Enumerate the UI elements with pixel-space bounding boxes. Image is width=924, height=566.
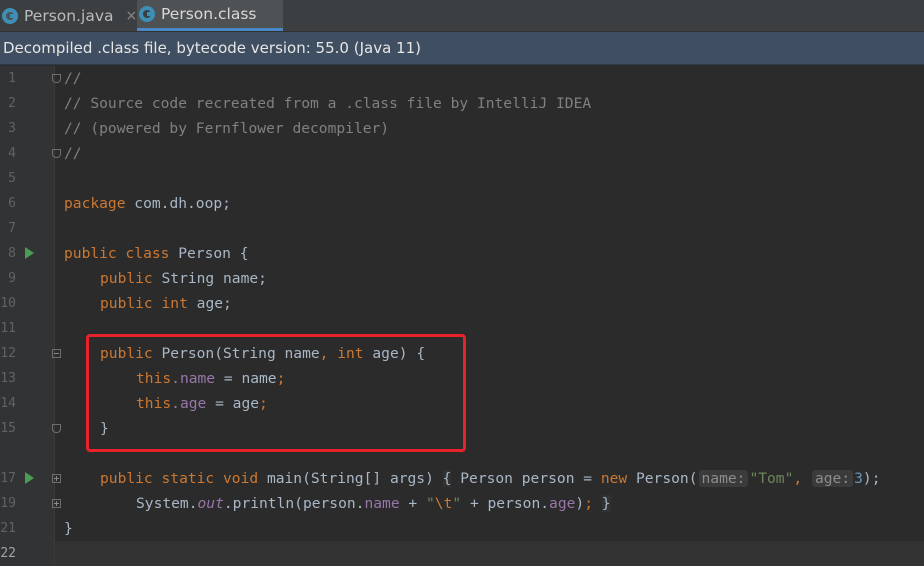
code-line-15: } <box>100 420 109 437</box>
code-text: main(String[] args) <box>258 470 443 487</box>
code-text: age) { <box>363 345 426 362</box>
code-text: age; <box>187 295 232 312</box>
fold-marker-icon[interactable] <box>52 149 61 158</box>
keyword: public <box>100 345 153 362</box>
code-line-14: this.age = age; <box>136 391 268 416</box>
line-number: 2 <box>8 96 16 111</box>
code-text: String name; <box>152 270 267 287</box>
banner-text: Decompiled .class file, bytecode version… <box>3 39 421 57</box>
code-text: = name <box>215 370 277 387</box>
line-number: 14 <box>0 396 16 411</box>
close-tab-icon[interactable]: × <box>126 8 138 24</box>
code-line-4: // <box>64 145 82 162</box>
punctuation: ; <box>276 370 286 387</box>
line-number: 8 <box>8 246 16 261</box>
keyword: public <box>100 295 153 312</box>
run-main-icon[interactable] <box>25 472 34 484</box>
fold-expand-icon[interactable] <box>52 499 61 508</box>
line-number: 4 <box>8 146 16 161</box>
string-literal: "Tom" <box>749 470 794 487</box>
code-line-9: public String name; <box>100 266 267 291</box>
code-text: ); <box>862 470 881 487</box>
code-line-12: public Person(String name, int age) { <box>100 341 425 366</box>
code-text: Person( <box>627 470 698 487</box>
escape-sequence: \t <box>434 495 453 512</box>
punctuation: ; <box>584 495 593 512</box>
code-line-19: System.out.println(person.name + "\t" + … <box>136 491 611 516</box>
keyword: this <box>136 370 172 387</box>
code-line-21: } <box>64 520 73 537</box>
editor-tabs: Person.java × Person.class <box>0 0 924 32</box>
code-line-1: // <box>64 70 82 87</box>
line-number: 5 <box>8 171 16 186</box>
field: .name <box>171 370 216 387</box>
line-number: 6 <box>8 196 16 211</box>
java-class-icon <box>139 6 155 22</box>
code-text: Person(String name <box>152 345 320 362</box>
line-number: 12 <box>0 346 16 361</box>
keyword: public <box>100 270 153 287</box>
code-line-3: // (powered by Fernflower decompiler) <box>64 120 390 137</box>
line-number: 21 <box>0 521 16 536</box>
fold-expand-icon[interactable] <box>52 474 61 483</box>
code-text: + <box>399 495 426 512</box>
fold-marker-icon[interactable] <box>52 74 61 83</box>
field: .age <box>171 395 207 412</box>
string-literal: " <box>425 495 435 512</box>
line-number: 11 <box>0 321 16 336</box>
run-class-icon[interactable] <box>25 247 34 259</box>
java-class-icon <box>2 7 18 24</box>
code-text: com.dh.oop; <box>125 195 231 212</box>
code-line-17: public static void main(String[] args) {… <box>100 466 881 491</box>
line-number: 17 <box>0 471 16 486</box>
tab-person-java[interactable]: Person.java × <box>0 0 137 31</box>
parameter-hint: name: <box>698 470 749 487</box>
line-number: 10 <box>0 296 16 311</box>
punctuation: , <box>793 470 803 487</box>
tab-label: Person.java <box>24 6 114 25</box>
code-line-13: this.name = name; <box>136 366 285 391</box>
tab-person-class[interactable]: Person.class <box>137 0 283 31</box>
line-number: 1 <box>8 71 16 86</box>
keyword: int <box>152 295 188 312</box>
code-line-6: package com.dh.oop; <box>64 191 231 216</box>
decompiled-banner: Decompiled .class file, bytecode version… <box>0 32 924 65</box>
tab-label: Person.class <box>161 5 257 23</box>
code-text: Person { <box>169 245 249 262</box>
fold-marker-icon[interactable] <box>52 424 61 433</box>
field: out <box>197 495 224 512</box>
keyword: new <box>600 470 628 487</box>
line-number: 13 <box>0 371 16 386</box>
code-line-10: public int age; <box>100 291 232 316</box>
punctuation: ; <box>259 395 268 412</box>
field: name <box>364 495 400 512</box>
line-number: 3 <box>8 121 16 136</box>
code-text: ) <box>575 495 585 512</box>
code-text: = age <box>206 395 260 412</box>
code-text: + person. <box>461 495 550 512</box>
folded-brace[interactable]: } <box>601 495 611 512</box>
keyword: int <box>328 345 364 362</box>
code-line-2: // Source code recreated from a .class f… <box>64 95 592 112</box>
string-literal: " <box>452 495 462 512</box>
line-number: 19 <box>0 496 16 511</box>
code-line-8: public class Person { <box>64 241 249 266</box>
keyword: package <box>64 195 126 212</box>
number-literal: 3 <box>854 470 863 487</box>
line-number: 9 <box>8 271 16 286</box>
line-number: 15 <box>0 421 16 436</box>
code-text: System. <box>136 495 198 512</box>
keyword: this <box>136 395 172 412</box>
parameter-hint: age: <box>811 470 854 487</box>
field: age <box>549 495 576 512</box>
fold-marker-icon[interactable] <box>52 349 61 358</box>
keyword: public class <box>64 245 170 262</box>
code-text: Person person = <box>451 470 601 487</box>
line-number: 7 <box>8 221 16 236</box>
keyword: public static void <box>100 470 259 487</box>
code-text: .println(person. <box>223 495 365 512</box>
line-number: 22 <box>0 546 16 561</box>
